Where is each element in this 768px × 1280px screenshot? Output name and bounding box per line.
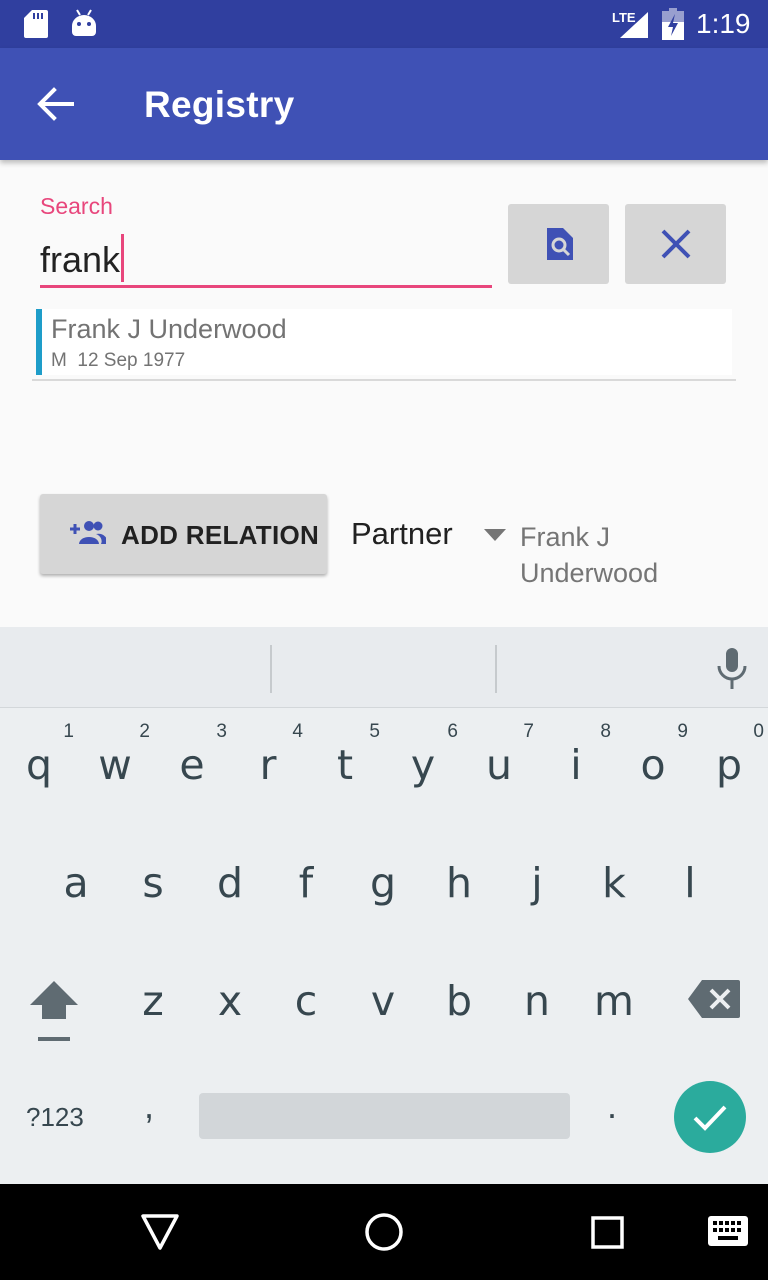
key-i[interactable]: 8i bbox=[541, 721, 611, 789]
search-label: Search bbox=[40, 193, 113, 219]
close-icon bbox=[661, 229, 690, 259]
nav-recents-icon[interactable] bbox=[591, 1216, 624, 1249]
battery-charging-icon bbox=[662, 8, 684, 40]
dropdown-arrow-icon[interactable] bbox=[484, 529, 506, 541]
key-o[interactable]: 9o bbox=[618, 721, 688, 789]
key-s[interactable]: s bbox=[118, 859, 188, 907]
comma-key[interactable]: , bbox=[144, 1085, 154, 1127]
key-h[interactable]: h bbox=[424, 859, 494, 907]
status-clock: 1:19 bbox=[696, 8, 751, 39]
key-p[interactable]: 0p bbox=[694, 721, 764, 789]
key-label: i bbox=[570, 741, 582, 789]
key-r[interactable]: 4r bbox=[233, 721, 303, 789]
shift-icon[interactable] bbox=[26, 977, 82, 1043]
key-t[interactable]: 5t bbox=[310, 721, 380, 789]
key-u[interactable]: 7u bbox=[464, 721, 534, 789]
suggestion-divider bbox=[495, 645, 497, 693]
soft-keyboard: 1q 2w 3e 4r 5t 6y 7u 8i 9o 0p a s d f g … bbox=[0, 627, 768, 1184]
clear-search-button[interactable] bbox=[625, 204, 726, 284]
suggestion-strip bbox=[0, 627, 768, 708]
add-relation-label: ADD RELATION bbox=[121, 520, 320, 550]
key-number-hint: 2 bbox=[139, 721, 150, 742]
key-c[interactable]: c bbox=[271, 977, 341, 1025]
result-sex: M bbox=[51, 350, 67, 371]
key-label: u bbox=[486, 741, 512, 789]
navigation-bar bbox=[0, 1184, 768, 1280]
key-number-hint: 3 bbox=[216, 721, 227, 742]
key-label: w bbox=[98, 741, 132, 789]
search-input[interactable] bbox=[40, 234, 492, 288]
key-d[interactable]: d bbox=[195, 859, 265, 907]
relation-target: Frank J Underwood bbox=[520, 522, 659, 588]
key-label: p bbox=[715, 741, 743, 789]
key-m[interactable]: m bbox=[579, 977, 649, 1025]
nav-home-icon[interactable] bbox=[364, 1212, 404, 1252]
arrow-back-icon[interactable] bbox=[36, 86, 76, 122]
key-number-hint: 6 bbox=[447, 721, 458, 742]
key-number-hint: 4 bbox=[292, 721, 303, 742]
backspace-icon[interactable] bbox=[688, 980, 740, 1018]
key-label: t bbox=[336, 741, 354, 789]
key-a[interactable]: a bbox=[41, 859, 111, 907]
key-q[interactable]: 1q bbox=[4, 721, 74, 789]
group-add-icon bbox=[70, 521, 106, 544]
list-item[interactable]: Frank J Underwood M 12 Sep 1977 bbox=[36, 309, 732, 375]
done-button[interactable] bbox=[674, 1081, 746, 1153]
period-key[interactable]: . bbox=[607, 1085, 617, 1127]
status-bar: LTE 1:19 bbox=[0, 0, 768, 48]
key-number-hint: 8 bbox=[600, 721, 611, 742]
add-relation-button[interactable]: ADD RELATION bbox=[40, 494, 327, 574]
list-divider bbox=[32, 379, 736, 381]
key-g[interactable]: g bbox=[348, 859, 418, 907]
key-label: q bbox=[25, 741, 53, 789]
key-number-hint: 5 bbox=[369, 721, 380, 742]
key-v[interactable]: v bbox=[348, 977, 418, 1025]
key-x[interactable]: x bbox=[195, 977, 265, 1025]
key-number-hint: 0 bbox=[753, 721, 764, 742]
key-z[interactable]: z bbox=[118, 977, 188, 1025]
key-f[interactable]: f bbox=[271, 859, 341, 907]
key-y[interactable]: 6y bbox=[388, 721, 458, 789]
key-k[interactable]: k bbox=[579, 859, 649, 907]
key-l[interactable]: l bbox=[655, 859, 725, 907]
find-in-page-icon bbox=[546, 228, 573, 260]
result-date: 12 Sep 1977 bbox=[77, 350, 186, 371]
key-number-hint: 1 bbox=[63, 721, 74, 742]
key-w[interactable]: 2w bbox=[80, 721, 150, 789]
key-number-hint: 7 bbox=[523, 721, 534, 742]
key-number-hint: 9 bbox=[677, 721, 688, 742]
result-meta: M 12 Sep 1977 bbox=[51, 350, 185, 372]
nav-back-icon[interactable] bbox=[140, 1213, 180, 1251]
relation-type-select[interactable]: Partner bbox=[351, 516, 453, 552]
check-icon bbox=[693, 1105, 727, 1131]
key-b[interactable]: b bbox=[424, 977, 494, 1025]
symbols-key[interactable]: ?123 bbox=[26, 1102, 84, 1133]
key-label: e bbox=[179, 741, 205, 789]
key-e[interactable]: 3e bbox=[157, 721, 227, 789]
text-cursor bbox=[121, 234, 124, 282]
android-debug-icon bbox=[72, 9, 96, 36]
key-label: r bbox=[259, 741, 277, 789]
keyboard-switch-icon[interactable] bbox=[708, 1216, 748, 1246]
key-n[interactable]: n bbox=[502, 977, 572, 1025]
lte-signal-icon: LTE bbox=[612, 10, 650, 40]
spacebar[interactable] bbox=[199, 1093, 570, 1139]
result-name: Frank J Underwood bbox=[51, 314, 287, 344]
key-label: o bbox=[640, 741, 666, 789]
sd-card-icon bbox=[24, 10, 48, 38]
key-j[interactable]: j bbox=[502, 859, 572, 907]
key-label: y bbox=[410, 741, 436, 789]
search-button[interactable] bbox=[508, 204, 609, 284]
page-title: Registry bbox=[144, 84, 295, 125]
app-bar: Registry bbox=[0, 48, 768, 160]
suggestion-divider bbox=[270, 645, 272, 693]
microphone-icon[interactable] bbox=[716, 648, 748, 690]
